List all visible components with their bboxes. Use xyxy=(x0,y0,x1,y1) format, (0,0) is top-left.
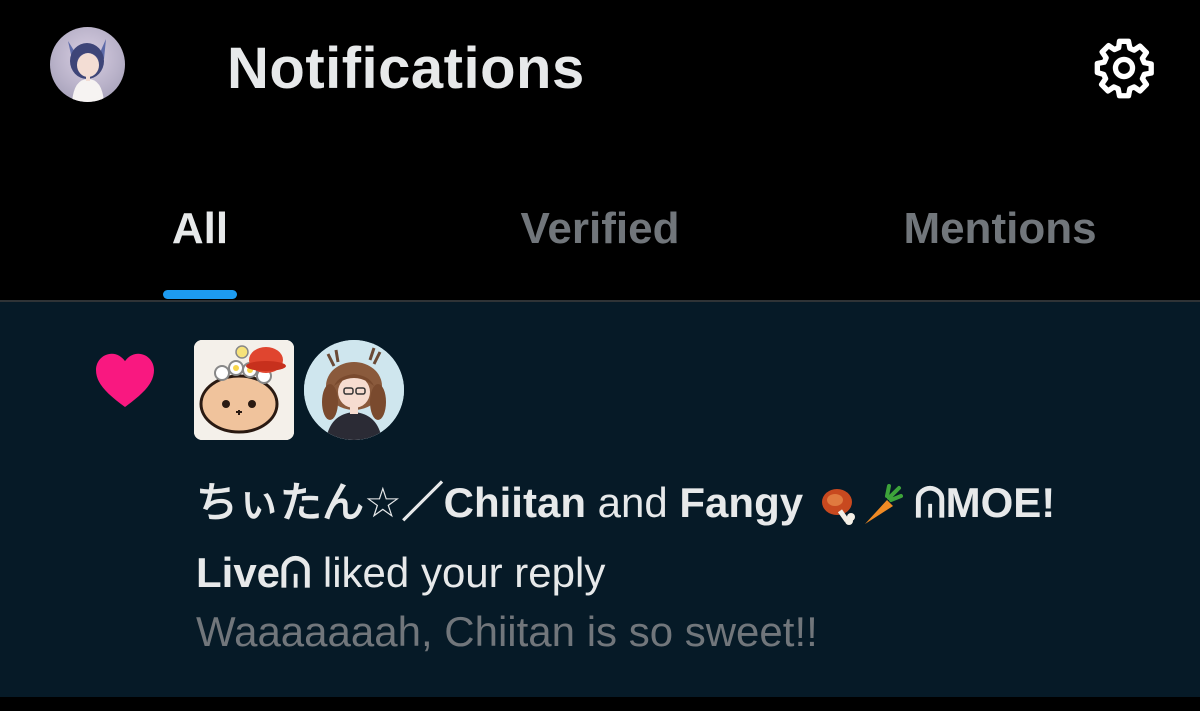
notification-action: liked your reply xyxy=(322,549,606,596)
notification-user2-live: Live xyxy=(196,549,281,596)
user-avatar-fangy[interactable] xyxy=(304,340,404,440)
tab-mentions-label: Mentions xyxy=(903,204,1097,253)
chiitan-avatar-image xyxy=(194,340,294,440)
fangy-avatar-image xyxy=(304,340,404,440)
tab-verified[interactable]: Verified xyxy=(400,140,800,300)
notification-ribbon: ᕬ xyxy=(914,479,946,526)
tab-all[interactable]: All xyxy=(0,140,400,300)
tab-mentions[interactable]: Mentions xyxy=(800,140,1200,300)
user-avatar-chiitan[interactable] xyxy=(194,340,294,440)
notification-conjunction: and xyxy=(597,479,668,526)
notification-user1[interactable]: ちぃたん☆／Chiitan xyxy=(196,479,586,526)
notification-tabs: All Verified Mentions xyxy=(0,140,1200,300)
tab-all-label: All xyxy=(171,204,229,253)
notification-text: ちぃたん☆／Chiitan and Fangy ᕬMOE! Liveᕬ liked… xyxy=(196,468,1176,608)
active-tab-indicator xyxy=(163,290,237,299)
profile-avatar[interactable] xyxy=(50,27,125,102)
notification-user2-suffix: MOE! xyxy=(945,479,1056,526)
carrot-emoji-icon xyxy=(864,483,903,524)
profile-avatar-image xyxy=(68,39,106,102)
gear-icon xyxy=(1094,38,1154,99)
heart-icon xyxy=(96,353,154,407)
page-title: Notifications xyxy=(227,36,585,101)
tab-verified-label: Verified xyxy=(520,204,680,253)
top-header: Notifications xyxy=(0,0,1200,140)
settings-button[interactable] xyxy=(1088,32,1160,104)
notification-user2-name: Fangy xyxy=(679,479,804,526)
bottom-edge xyxy=(0,697,1200,711)
notification-ribbon-2: ᕬ xyxy=(280,549,312,596)
meat-emoji-icon xyxy=(821,488,855,525)
reply-snippet: Waaaaaaah, Chiitan is so sweet!! xyxy=(196,608,818,655)
